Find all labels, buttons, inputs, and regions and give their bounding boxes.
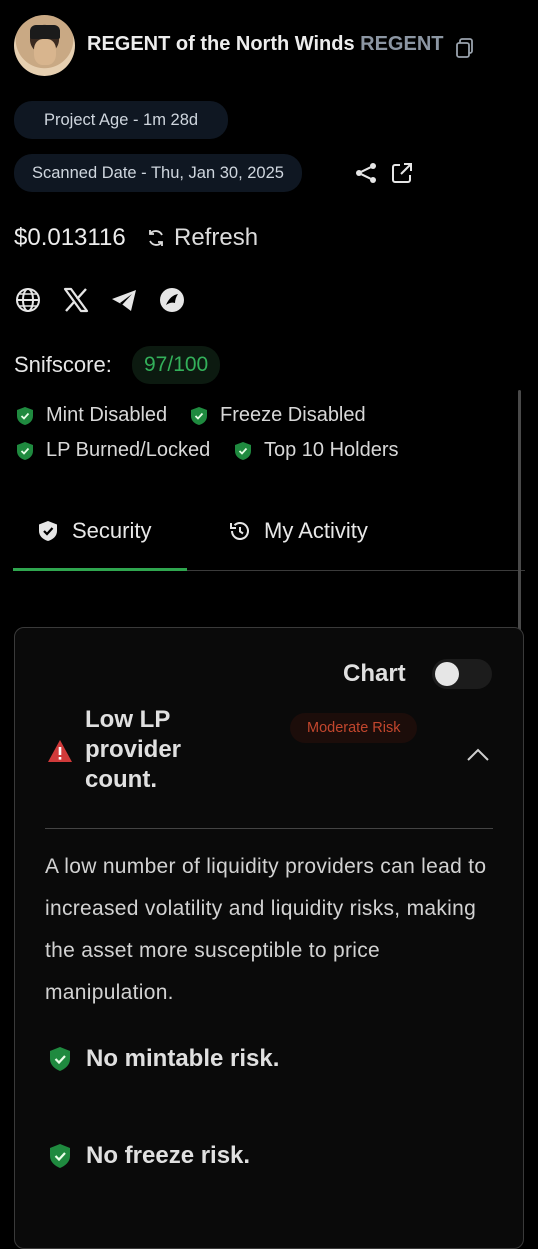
ok-item-mintable: No mintable risk. — [48, 1045, 279, 1073]
shield-check-icon — [50, 1047, 70, 1071]
chart-toggle[interactable] — [432, 659, 492, 689]
shield-check-icon — [39, 521, 57, 541]
refresh-label: Refresh — [174, 224, 259, 251]
shield-check-icon — [191, 406, 207, 425]
chart-toggle-label: Chart — [343, 660, 406, 687]
active-tab-indicator — [13, 568, 187, 571]
project-age-pill: Project Age - 1m 28d — [14, 101, 229, 139]
check-label: Mint Disabled — [46, 404, 168, 426]
token-title: REGENT of the North Winds REGENT — [87, 33, 443, 56]
x-icon[interactable] — [62, 286, 90, 314]
refresh-button[interactable]: Refresh — [146, 224, 258, 252]
ok-item-freeze: No freeze risk. — [48, 1142, 250, 1170]
scanned-date-pill: Scanned Date - Thu, Jan 30, 2025 — [14, 154, 302, 192]
tab-label: Security — [72, 518, 152, 543]
globe-icon[interactable] — [14, 286, 42, 314]
risk-level-badge: Moderate Risk — [290, 713, 418, 743]
shield-check-icon — [50, 1144, 70, 1168]
check-top-10-holders: Top 10 Holders — [234, 439, 399, 462]
ok-item-label: No mintable risk. — [86, 1045, 280, 1072]
snifscore-badge: 97/100 — [132, 346, 221, 384]
snifscore-label: Snifscore: — [14, 352, 112, 377]
check-label: LP Burned/Locked — [46, 439, 211, 461]
share-icon[interactable] — [354, 161, 378, 185]
shield-check-icon — [17, 441, 33, 460]
token-price: $0.013116 — [14, 224, 126, 251]
risk-description: A low number of liquidity providers can … — [45, 855, 487, 1004]
check-label: Freeze Disabled — [220, 404, 366, 426]
tab-security[interactable]: Security — [36, 518, 151, 544]
check-lp-burned-locked: LP Burned/Locked — [16, 439, 210, 462]
toggle-knob — [435, 662, 459, 686]
chevron-up-icon[interactable] — [466, 747, 490, 763]
scrollbar[interactable] — [518, 390, 521, 656]
check-mint-disabled: Mint Disabled — [16, 404, 167, 427]
token-avatar — [14, 15, 75, 76]
warning-icon — [48, 740, 72, 762]
tab-my-activity[interactable]: My Activity — [228, 518, 368, 544]
ok-item-label: No freeze risk. — [86, 1142, 251, 1169]
token-name: REGENT of the North Winds — [87, 33, 355, 55]
check-label: Top 10 Holders — [264, 439, 399, 461]
check-freeze-disabled: Freeze Disabled — [190, 404, 366, 427]
history-icon — [230, 522, 249, 540]
refresh-icon — [149, 230, 163, 246]
shield-check-icon — [17, 406, 33, 425]
tab-label: My Activity — [264, 518, 368, 543]
telegram-icon[interactable] — [110, 286, 138, 314]
risk-title: Low LP provider count. — [85, 706, 182, 793]
external-link-icon[interactable] — [390, 161, 414, 185]
token-symbol: REGENT — [360, 33, 444, 55]
discord-icon[interactable] — [158, 286, 186, 314]
card-divider — [45, 828, 493, 829]
copy-icon[interactable] — [456, 38, 474, 58]
shield-check-icon — [235, 441, 251, 460]
